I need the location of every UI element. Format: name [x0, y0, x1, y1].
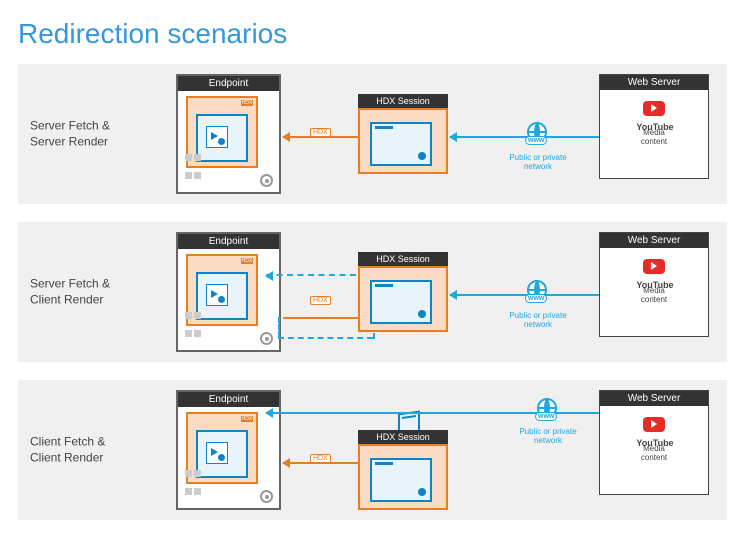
- hdx-label-badge: HDX: [310, 128, 331, 137]
- dashed-path-h: [278, 337, 373, 339]
- taskbar: [182, 489, 275, 505]
- www-icon: www: [523, 280, 551, 308]
- network-caption: Public or privatenetwork: [508, 428, 588, 446]
- web-server-header: Web Server: [600, 391, 708, 406]
- arrow-head: [282, 458, 290, 468]
- hdx-session-box: HDX Session: [358, 430, 448, 510]
- hdx-tab: HDX: [241, 416, 253, 422]
- endpoint-box: Endpoint HDX: [176, 74, 281, 194]
- web-server-box: Web Server YouTube Mediacontent: [599, 74, 709, 179]
- hdx-session-header: HDX Session: [358, 430, 448, 444]
- arrow-head: [265, 408, 273, 418]
- web-server-header: Web Server: [600, 233, 708, 248]
- endpoint-header: Endpoint: [178, 234, 279, 249]
- scenario-sfcr: Server Fetch &Client Render Endpoint HDX: [18, 222, 727, 362]
- arrow-head: [282, 132, 290, 142]
- media-thumbnail: [206, 284, 228, 306]
- endpoint-header: Endpoint: [178, 76, 279, 91]
- video-viewport: [196, 272, 248, 320]
- hdx-session-box: HDX Session: [358, 252, 448, 332]
- scenario-label: Server Fetch &Server Render: [30, 118, 110, 149]
- www-icon: www: [533, 398, 561, 426]
- youtube-logo: YouTube: [624, 416, 684, 441]
- scenario-label: Server Fetch &Client Render: [30, 276, 110, 307]
- scenario-cfcr: Client Fetch &Client Render Endpoint HDX…: [18, 380, 727, 520]
- www-icon: www: [523, 122, 551, 150]
- hdx-session-header: HDX Session: [358, 252, 448, 266]
- video-viewport: [196, 114, 248, 162]
- scenario-label: Client Fetch &Client Render: [30, 434, 105, 465]
- hdx-session-header: HDX Session: [358, 94, 448, 108]
- hdx-arrow-thin: [283, 317, 358, 319]
- page-title: Redirection scenarios: [18, 18, 727, 50]
- media-thumbnail: [206, 126, 228, 148]
- web-server-header: Web Server: [600, 75, 708, 90]
- network-caption: Public or privatenetwork: [498, 312, 578, 330]
- scenario-sfsr: Server Fetch &Server Render Endpoint HDX…: [18, 64, 727, 204]
- arrow-head: [265, 271, 273, 281]
- web-server-box: Web Server YouTube Mediacontent: [599, 232, 709, 337]
- taskbar: [182, 331, 275, 347]
- endpoint-box: Endpoint HDX: [176, 232, 281, 352]
- hdx-tab: HDX: [241, 100, 253, 106]
- hdx-session-box: HDX Session: [358, 94, 448, 174]
- web-server-box: Web Server YouTube Mediacontent: [599, 390, 709, 495]
- endpoint-header: Endpoint: [178, 392, 279, 407]
- diagram-page: Redirection scenarios Server Fetch &Serv…: [0, 0, 745, 548]
- youtube-logo: YouTube: [624, 100, 684, 125]
- hdx-label-badge: HDX: [310, 296, 331, 305]
- dashed-control-arrow: [266, 274, 356, 276]
- arrow-head: [449, 290, 457, 300]
- network-caption: Public or privatenetwork: [498, 154, 578, 172]
- hdx-label-badge: HDX: [310, 454, 331, 463]
- taskbar: [182, 173, 275, 189]
- direct-fetch-arrow: [266, 412, 616, 414]
- arrow-head: [449, 132, 457, 142]
- hdx-tab: HDX: [241, 258, 253, 264]
- dashed-path-v: [278, 317, 280, 337]
- media-thumbnail: [206, 442, 228, 464]
- youtube-logo: YouTube: [624, 258, 684, 283]
- video-viewport: [196, 430, 248, 478]
